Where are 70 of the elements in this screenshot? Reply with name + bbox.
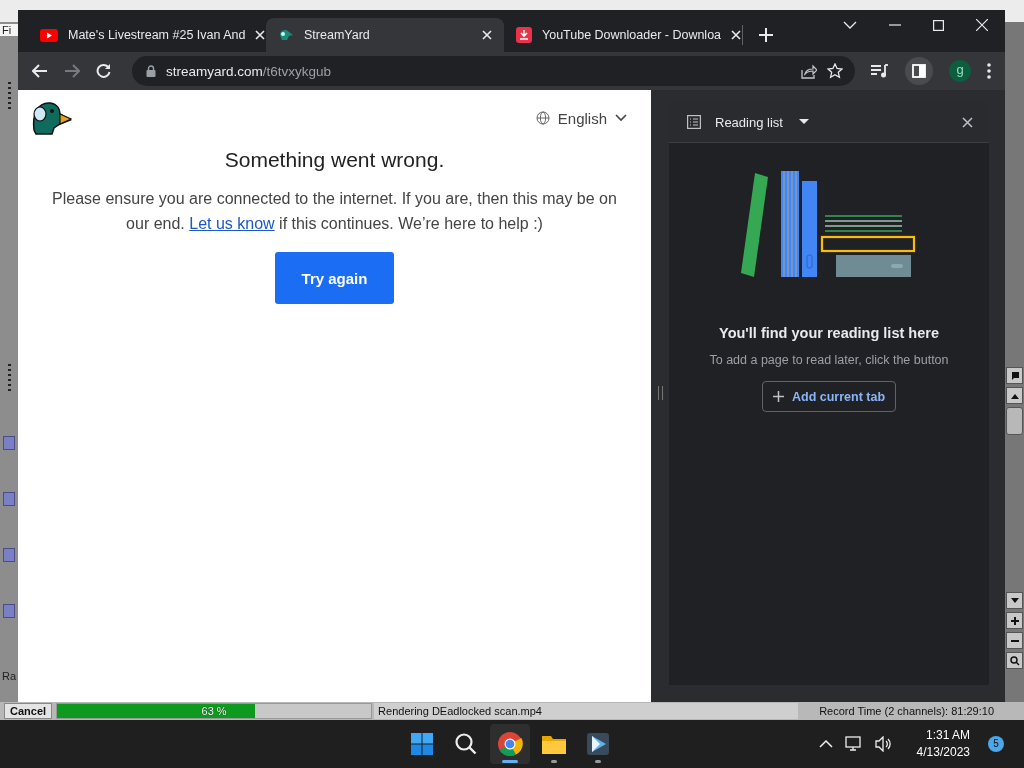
empty-state-hint: To add a page to read later, click the button [709, 353, 949, 367]
close-icon[interactable] [962, 116, 973, 128]
browser-tab[interactable]: YouTube Downloader - Downloa [504, 18, 742, 52]
scroll-thumb[interactable] [1006, 407, 1023, 435]
render-status: Rendering DEadlocked scan.mp4 [378, 705, 542, 717]
reload-icon[interactable] [96, 63, 112, 79]
download-icon [516, 27, 532, 43]
menu-label[interactable]: Fi [0, 24, 18, 36]
browser-tab[interactable]: StreamYard [266, 18, 504, 52]
track-icon[interactable] [3, 492, 15, 506]
scroll-up-button[interactable] [1006, 387, 1023, 404]
panel-selector[interactable]: Reading list [715, 114, 809, 130]
track-icon[interactable] [3, 604, 15, 618]
profile-avatar[interactable]: g [949, 60, 971, 82]
side-label: Ra [1, 670, 17, 682]
play-icon [586, 732, 610, 756]
folder-icon [541, 733, 567, 755]
track-icon[interactable] [3, 548, 15, 562]
progress-percent: 63 % [200, 704, 228, 718]
grip-handle[interactable] [7, 82, 11, 112]
maximize-icon[interactable] [933, 19, 944, 31]
add-current-tab-button[interactable]: Add current tab [761, 381, 897, 412]
track-icon[interactable] [3, 436, 15, 450]
url-path: /t6tvxykgub [262, 63, 332, 79]
grip-handle[interactable] [7, 364, 11, 394]
magnifier-icon [1009, 655, 1020, 666]
browser-tab[interactable]: Mate's Livestream #25 Ivan And [28, 18, 266, 52]
contact-link[interactable]: Let us know [189, 215, 275, 232]
try-again-button[interactable]: Try again [275, 252, 394, 304]
play-icon [40, 28, 58, 42]
record-time: Record Time (2 channels): 81:29:10 [819, 705, 994, 717]
chevron-down-icon [615, 114, 627, 122]
browser-icon [497, 731, 523, 757]
share-icon[interactable] [801, 63, 817, 79]
duck-logo [30, 100, 72, 136]
cancel-button[interactable]: Cancel [4, 703, 53, 719]
notification-badge[interactable]: 5 [988, 736, 1004, 752]
caret-icon [798, 119, 809, 125]
list-icon [687, 115, 701, 129]
browser-taskbar-button[interactable] [490, 724, 530, 764]
plus-icon [772, 391, 784, 402]
url-host: streamyard.com [166, 63, 263, 79]
chevron-down-icon[interactable] [843, 21, 857, 29]
address-bar[interactable]: streamyard.com/t6tvxykgub [132, 56, 855, 86]
zoom-out-button[interactable] [1006, 632, 1023, 649]
scroll-down-button[interactable] [1006, 592, 1023, 609]
duck-icon [278, 27, 294, 43]
lock-icon [146, 65, 156, 77]
flag-icon [1009, 370, 1020, 381]
media-icon[interactable] [871, 64, 889, 78]
back-icon[interactable] [32, 64, 48, 78]
star-icon[interactable] [827, 63, 843, 79]
side-panel-icon [912, 64, 926, 78]
error-message: Please ensure you are connected to the internet. If you are, then this may be on our end. Let us know if this continues. We’re here to help :) [51, 189, 618, 234]
new-tab-icon[interactable] [759, 28, 773, 42]
forward-icon[interactable] [64, 64, 80, 78]
error-heading: Something went wrong. [224, 148, 445, 172]
menu-icon[interactable] [987, 63, 991, 79]
empty-state-title: You'll find your reading list here [719, 325, 939, 341]
language-selector[interactable]: English [535, 109, 627, 127]
plus-icon [1010, 616, 1019, 625]
zoom-tool-button[interactable] [1006, 652, 1023, 669]
up-arrow-icon [1010, 392, 1019, 399]
down-arrow-icon [1010, 597, 1019, 604]
zoom-in-button[interactable] [1006, 612, 1023, 629]
clock-date[interactable]: 4/13/2023 [916, 744, 970, 761]
clock-time[interactable]: 1:31 AM [925, 727, 970, 744]
marker-button[interactable] [1006, 367, 1023, 384]
globe-icon [535, 111, 550, 125]
side-panel-button[interactable] [905, 57, 933, 85]
